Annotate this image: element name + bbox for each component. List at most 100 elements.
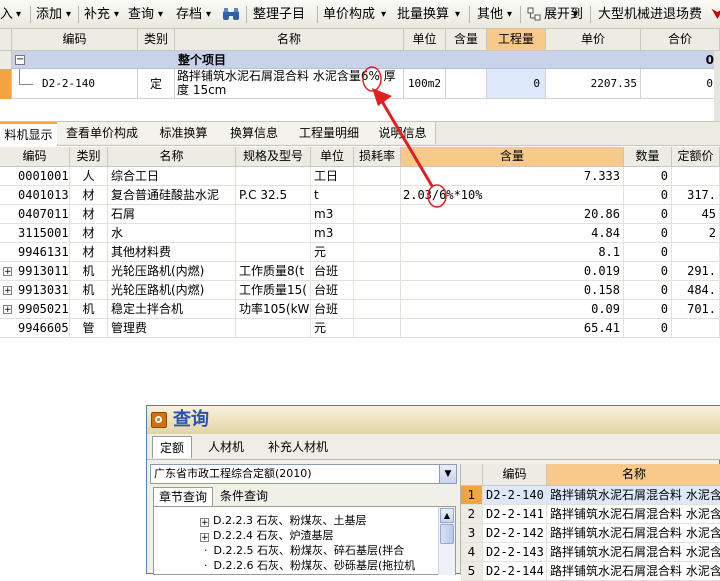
- res-content[interactable]: 4.84: [401, 224, 624, 243]
- tree-scrollbar[interactable]: ▲: [438, 507, 455, 575]
- group-row[interactable]: [0, 51, 720, 69]
- rcol-code[interactable]: 编码: [0, 147, 70, 167]
- large-machinery-fee-button[interactable]: 大型机械进退场费: [598, 5, 702, 25]
- table-row[interactable]: +9913011 机光轮压路机(内燃) 工作质量8(t 台班 0.019 0 291.: [0, 262, 720, 281]
- res-content[interactable]: 0.158: [401, 281, 624, 300]
- rcol-content[interactable]: 含量: [401, 147, 624, 167]
- qtab-quota[interactable]: 定额: [152, 436, 192, 458]
- res-unit: 元: [311, 243, 354, 262]
- library-select[interactable]: 广东省市政工程综合定额(2010) ▼: [150, 464, 457, 484]
- tab-standard-conversion[interactable]: 标准换算: [147, 122, 221, 144]
- supplement-menu[interactable]: 补充: [84, 5, 110, 25]
- subtab-condition[interactable]: 条件查询: [215, 487, 273, 506]
- result-name: 路拌铺筑水泥石屑混合料 水泥含: [547, 562, 720, 581]
- table-row[interactable]: 0407011 材石屑 m3 20.86 0 45: [0, 205, 720, 224]
- res-qty[interactable]: 0: [624, 243, 672, 262]
- res-qty[interactable]: 0: [624, 262, 672, 281]
- table-row[interactable]: +9913031 机光轮压路机(内燃) 工作质量15(台班 0.158 0 484.: [0, 281, 720, 300]
- resource-grid: 编码 类别 名称 规格及型号 单位 损耗率 含量 数量 定额价 0001001 人…: [0, 147, 720, 339]
- rcol-name[interactable]: 名称: [108, 147, 236, 167]
- res-qty[interactable]: 0: [624, 224, 672, 243]
- rcol-loss-rate[interactable]: 损耗率: [354, 147, 401, 167]
- subtab-chapter[interactable]: 章节查询: [153, 487, 213, 506]
- res-code: 0001001: [0, 167, 70, 186]
- rcol-price[interactable]: 定额价: [672, 147, 720, 167]
- tree-item[interactable]: + D.2.2.4 石灰、炉渣基层: [200, 528, 438, 543]
- res-qty[interactable]: 0: [624, 281, 672, 300]
- rcol-unit[interactable]: 单位: [311, 147, 354, 167]
- col-name[interactable]: 名称: [175, 29, 404, 51]
- import-menu[interactable]: 入: [0, 5, 13, 25]
- res-name: 稳定土拌合机: [108, 300, 236, 319]
- res-qty[interactable]: 0: [624, 205, 672, 224]
- scroll-thumb[interactable]: [440, 524, 454, 544]
- res-content[interactable]: 2.03/6%*10%: [401, 186, 624, 205]
- other-menu[interactable]: 其他: [477, 5, 503, 25]
- unit-price-composition-menu[interactable]: 单价构成: [323, 5, 375, 25]
- col-unit[interactable]: 单位: [404, 29, 446, 51]
- tree-item[interactable]: · D.2.2.5 石灰、粉煤灰、碎石基层(拌合: [200, 543, 438, 558]
- rcol-category[interactable]: 类别: [70, 147, 108, 167]
- tab-quantity-detail[interactable]: 工程量明细: [288, 122, 371, 144]
- organize-items-button[interactable]: 整理子目: [253, 5, 305, 25]
- tab-description[interactable]: 说明信息: [370, 122, 436, 144]
- qtab-supplement[interactable]: 补充人材机: [259, 436, 337, 458]
- table-row[interactable]: +9905021 机稳定土拌合机 功率105(kW) 台班 0.09 0 701.: [0, 300, 720, 319]
- binoculars-icon[interactable]: [222, 7, 240, 21]
- table-row[interactable]: 0001001 人综合工日 工日 7.333 0: [0, 167, 720, 186]
- col-content[interactable]: 含量: [446, 29, 487, 51]
- batch-conversion-menu[interactable]: 批量换算: [397, 5, 449, 25]
- expand-toggle[interactable]: +: [200, 533, 209, 543]
- tree-item[interactable]: · D.2.2.6 石灰、粉煤灰、砂砾基层(拖拉机: [200, 558, 438, 573]
- item-content[interactable]: [446, 69, 487, 99]
- res-category: 材: [70, 186, 108, 205]
- result-row[interactable]: 2 D2-2-141 路拌铺筑水泥石屑混合料 水泥含: [461, 505, 720, 524]
- res-qty[interactable]: 0: [624, 319, 672, 338]
- archive-menu[interactable]: 存档: [176, 5, 202, 25]
- result-row[interactable]: 1 D2-2-140 路拌铺筑水泥石屑混合料 水泥含: [461, 486, 720, 505]
- col-amount[interactable]: 合价: [641, 29, 720, 51]
- col-unit-price[interactable]: 单价: [546, 29, 641, 51]
- chevron-down-icon[interactable]: ▼: [439, 465, 456, 483]
- qcol-code[interactable]: 编码: [483, 464, 547, 486]
- res-qty[interactable]: 0: [624, 300, 672, 319]
- table-row[interactable]: 0401013 材复合普通硅酸盐水泥 P.C 32.5 t 2.03/6%*10% 0 31…: [0, 186, 720, 205]
- tab-materials[interactable]: 料机显示: [0, 122, 58, 146]
- table-row[interactable]: 3115001 材水 m3 4.84 0 2: [0, 224, 720, 243]
- col-code[interactable]: 编码: [12, 29, 138, 51]
- result-row[interactable]: 4 D2-2-143 路拌铺筑水泥石屑混合料 水泥含: [461, 543, 720, 562]
- res-content[interactable]: 65.41: [401, 319, 624, 338]
- table-row[interactable]: 9946131 材其他材料费 元 8.1 0: [0, 243, 720, 262]
- rcol-spec[interactable]: 规格及型号: [236, 147, 311, 167]
- item-code[interactable]: D2-2-140: [42, 77, 95, 90]
- res-qty[interactable]: 0: [624, 167, 672, 186]
- result-row[interactable]: 5 D2-2-144 路拌铺筑水泥石屑混合料 水泥含: [461, 562, 720, 581]
- rcol-qty[interactable]: 数量: [624, 147, 672, 167]
- more-icon[interactable]: ⮟: [712, 5, 720, 25]
- tab-conversion-info[interactable]: 换算信息: [220, 122, 289, 144]
- col-quantity[interactable]: 工程量: [487, 29, 546, 51]
- table-row[interactable]: 9946605 管管理费 元 65.41 0: [0, 319, 720, 338]
- res-unit: 台班: [311, 281, 354, 300]
- res-content[interactable]: 8.1: [401, 243, 624, 262]
- expand-toggle[interactable]: +: [200, 518, 209, 528]
- res-content[interactable]: 0.09: [401, 300, 624, 319]
- tab-unit-price[interactable]: 查看单价构成: [57, 122, 148, 144]
- tree-item[interactable]: + D.2.2.3 石灰、粉煤灰、土基层: [200, 513, 438, 528]
- add-menu[interactable]: 添加: [36, 5, 62, 25]
- query-menu[interactable]: 查询: [128, 5, 154, 25]
- res-qty[interactable]: 0: [624, 186, 672, 205]
- scroll-up-icon[interactable]: ▲: [440, 508, 454, 523]
- row-selector[interactable]: [0, 69, 12, 99]
- qcol-name[interactable]: 名称: [547, 464, 720, 486]
- item-name[interactable]: 路拌铺筑水泥石屑混合料 水泥含量6% 厚 度 15cm: [175, 69, 404, 99]
- collapse-toggle[interactable]: −: [15, 55, 25, 65]
- query-title-bar[interactable]: 查询: [147, 406, 720, 434]
- res-content[interactable]: 7.333: [401, 167, 624, 186]
- item-quantity[interactable]: 0: [487, 69, 546, 99]
- result-row[interactable]: 3 D2-2-142 路拌铺筑水泥石屑混合料 水泥含: [461, 524, 720, 543]
- col-category[interactable]: 类别: [138, 29, 175, 51]
- qtab-resources[interactable]: 人材机: [197, 436, 255, 458]
- res-content[interactable]: 20.86: [401, 205, 624, 224]
- res-content[interactable]: 0.019: [401, 262, 624, 281]
